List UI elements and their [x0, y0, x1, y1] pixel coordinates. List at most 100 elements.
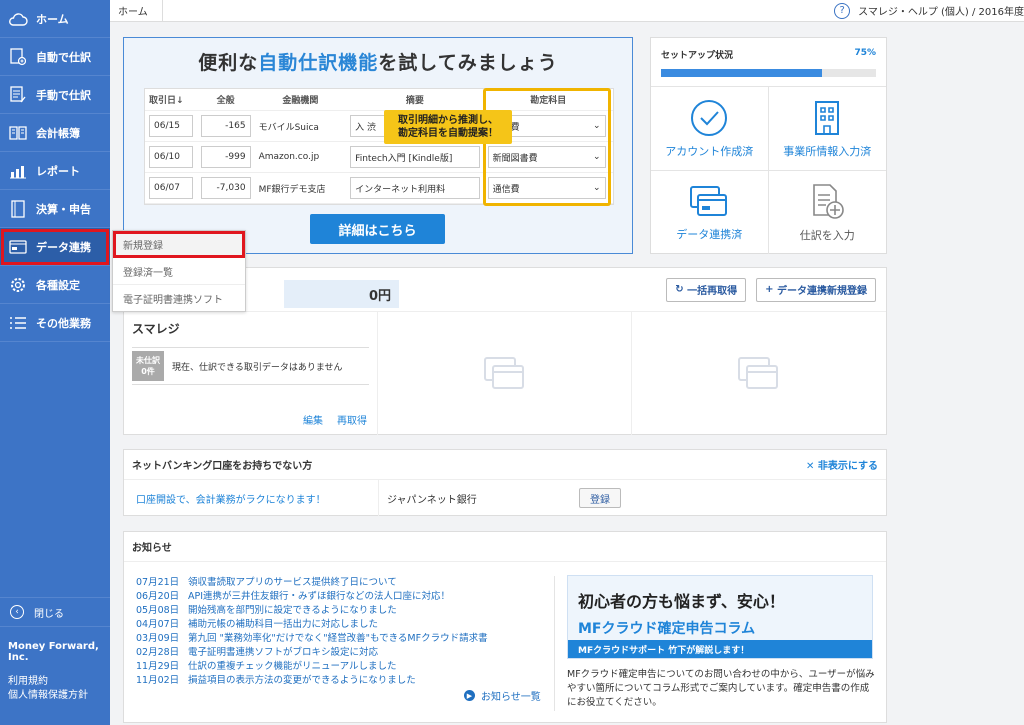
privacy-link[interactable]: 個人情報保護方針 [8, 689, 102, 703]
news-text: API連携が三井住友銀行・みずほ銀行などの法人口座に対応！ [188, 591, 451, 602]
account-opening-link[interactable]: 口座開設で、会計業務がラクになります！ [124, 480, 379, 516]
setup-progress-fill [661, 69, 823, 77]
menu-item-new-registration[interactable]: 新規登録 [113, 231, 245, 258]
date-cell: 06/10 [149, 146, 193, 168]
setup-tile-account[interactable]: アカウント作成済 [651, 86, 769, 170]
new-data-link-label: データ連携新規登録 [777, 286, 867, 297]
sidebar-item-other[interactable]: その他業務 [0, 304, 110, 342]
sidebar-footer: ‹ 閉じる Money Forward, Inc. 利用規約 個人情報保護方針 [0, 597, 110, 725]
news-item[interactable]: 06月20日 API連携が三井住友銀行・みずほ銀行などの法人口座に対応！ [136, 590, 546, 604]
news-divider [554, 576, 555, 711]
sidebar-item-label: 各種設定 [36, 278, 80, 292]
news-item[interactable]: 11月29日 仕訳の重複チェック機能がリニューアルしました [136, 660, 546, 674]
news-text: 領収書読取アプリのサービス提供終了日について [188, 577, 397, 588]
banner-title: MFクラウド確定申告コラム [578, 621, 756, 637]
bank-cell: Amazon.co.jp [258, 152, 320, 162]
col-account: 勘定科目 [530, 96, 567, 106]
list-icon [8, 313, 28, 333]
help-area[interactable]: ? スマレジ・ヘルプ (個人) / 2016年度 [828, 2, 1024, 19]
data-link-icon [8, 237, 28, 257]
setup-percent: 75% [854, 48, 876, 58]
memo-cell: Fintech入門 [Kindle版] [350, 146, 480, 168]
menu-item-certificate-software[interactable]: 電子証明書連携ソフト [113, 285, 245, 312]
news-more-label: お知らせ一覧 [481, 692, 541, 703]
setup-status-panel: セットアップ状況 75% アカウント作成済 事業所情報入力済 データ連携済 仕訳… [650, 37, 887, 254]
refresh-all-button[interactable]: ↻ 一括再取得 [666, 277, 747, 302]
chevron-down-icon: ⌄ [593, 152, 601, 162]
news-item[interactable]: 04月07日 補助元帳の補助科目一括出力に対応しました [136, 618, 546, 632]
sidebar-item-settings[interactable]: 各種設定 [0, 266, 110, 304]
topbar: ホーム ? スマレジ・ヘルプ (個人) / 2016年度 [110, 0, 1024, 22]
news-more-link[interactable]: ▶ お知らせ一覧 [464, 688, 541, 703]
sidebar-item-settlement[interactable]: 決算・申告 [0, 190, 110, 228]
sidebar-item-label: その他業務 [36, 316, 91, 330]
col-amount: 全般 [216, 96, 235, 106]
close-label: 閉じる [34, 608, 64, 620]
news-date: 02月28日 [136, 647, 180, 658]
banner-footer: MFクラウドサポート 竹下が解説します！ [568, 640, 872, 658]
help-icon[interactable]: ? [834, 2, 851, 19]
setup-tile-data-link[interactable]: データ連携済 [651, 170, 769, 254]
close-icon: ✕ [806, 461, 818, 472]
sidebar-item-report[interactable]: レポート [0, 152, 110, 190]
news-item[interactable]: 02月28日 電子証明書連携ソフトがブロキシ設定に対応 [136, 646, 546, 660]
menu-item-registered-list[interactable]: 登録済一覧 [113, 258, 245, 285]
table-row: 06/10 -999 Amazon.co.jp Fintech入門 [Kindl… [145, 142, 613, 173]
promo-title-pre: 便利な [198, 52, 259, 74]
news-date: 06月20日 [136, 591, 180, 602]
column-banner[interactable]: 初心者の方も悩まず、安心！ MFクラウド確定申告コラム MFクラウドサポート 竹… [567, 575, 873, 659]
card-placeholder-icon [738, 356, 778, 389]
sidebar-close-button[interactable]: ‹ 閉じる [0, 597, 110, 627]
edit-link[interactable]: 編集 [303, 416, 323, 427]
promo-title: 便利な自動仕訳機能を試してみましょう [124, 48, 632, 75]
sidebar-item-data-link[interactable]: データ連携 [0, 228, 110, 266]
details-button[interactable]: 詳細はこちら [310, 214, 445, 244]
setup-tile-journal[interactable]: 仕訳を入力 [768, 170, 886, 254]
breadcrumb[interactable]: ホーム [110, 0, 163, 22]
news-date: 03月09日 [136, 633, 180, 644]
news-text: 補助元帳の補助科目一括出力に対応しました [188, 619, 379, 630]
hide-label: 非表示にする [817, 461, 878, 472]
setup-tile-office[interactable]: 事業所情報入力済 [768, 86, 886, 170]
gear-icon [8, 275, 28, 295]
sidebar-item-label: 会計帳簿 [36, 126, 80, 140]
empty-account-slot[interactable] [632, 312, 886, 435]
amount-cell: -165 [200, 115, 251, 137]
new-data-link-button[interactable]: + データ連携新規登録 [756, 277, 876, 302]
account-value: 新聞図書費 [492, 153, 538, 164]
sidebar-item-manual-journal[interactable]: 手動で仕訳 [0, 76, 110, 114]
sidebar-item-label: レポート [36, 164, 80, 178]
badge-line1: 未仕訳 [136, 356, 160, 365]
bank-cell: MF銀行デモ支店 [258, 184, 326, 195]
news-item[interactable]: 07月21日 領収書読取アプリのサービス提供終了日について [136, 576, 546, 590]
refetch-link[interactable]: 再取得 [337, 416, 367, 427]
amount-cell: -7,030 [200, 177, 251, 199]
sidebar-item-home[interactable]: ホーム [0, 0, 110, 38]
news-text: 損益項目の表示方法の変更ができるようになりました [188, 675, 416, 686]
news-item[interactable]: 03月09日 第九回 "業務効率化"だけでなく"経営改善"もできるMFクラウド請求… [136, 632, 546, 646]
account-value: 通信費 [492, 184, 520, 195]
news-item[interactable]: 05月08日 開始残高を部門別に設定できるようになりました [136, 604, 546, 618]
sidebar-item-books[interactable]: 会計帳簿 [0, 114, 110, 152]
sidebar-item-auto-journal[interactable]: 自動で仕訳 [0, 38, 110, 76]
hide-button[interactable]: ✕ 非表示にする [806, 457, 878, 472]
account-card: スマレジ 未仕訳 0件 現在、仕訳できる取引データはありません 編集 再取得 [124, 312, 378, 435]
netbanking-panel: ネットバンキング口座をお持ちでない方 ✕ 非表示にする 口座開設で、会計業務がラ… [123, 449, 887, 516]
news-date: 04月07日 [136, 619, 180, 630]
bank-name: ジャパンネット銀行 [387, 494, 477, 506]
unsorted-message: 現在、仕訳できる取引データはありません [172, 362, 343, 373]
news-text: 第九回 "業務効率化"だけでなく"経営改善"もできるMFクラウド請求書 [188, 633, 488, 644]
news-item[interactable]: 11月02日 損益項目の表示方法の変更ができるようになりました [136, 674, 546, 688]
tile-label: 事業所情報入力済 [783, 144, 872, 158]
register-button[interactable]: 登録 [579, 488, 621, 508]
empty-account-slot[interactable] [378, 312, 632, 435]
news-date: 07月21日 [136, 577, 180, 588]
promo-title-post: を試してみましょう [378, 52, 558, 74]
bubble-line2: 勘定科目を自動提案！ [398, 128, 498, 139]
chevron-left-icon: ‹ [10, 605, 24, 619]
card-placeholder-icon [483, 356, 524, 389]
chevron-down-icon: ⌄ [593, 183, 601, 193]
terms-link[interactable]: 利用規約 [8, 675, 102, 689]
tile-label: データ連携済 [676, 227, 743, 241]
manual-journal-icon [8, 85, 28, 105]
